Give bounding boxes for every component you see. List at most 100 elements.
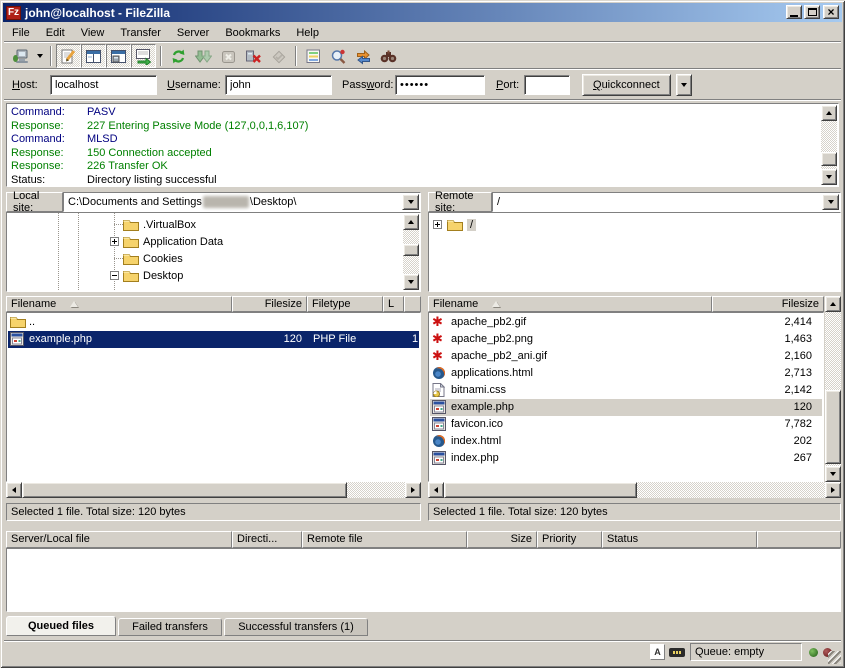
tree-item-cookies[interactable]: Cookies <box>123 250 183 267</box>
username-input[interactable] <box>225 75 332 95</box>
list-item[interactable]: applications.html 2,713 <box>430 365 822 382</box>
scroll-left-button[interactable] <box>6 482 22 498</box>
scroll-up-button[interactable] <box>403 214 419 230</box>
tab-successful-transfers[interactable]: Successful transfers (1) <box>224 618 368 636</box>
expand-icon[interactable] <box>433 220 442 229</box>
menu-help[interactable]: Help <box>288 26 327 40</box>
process-queue-button[interactable] <box>191 44 216 68</box>
menu-server[interactable]: Server <box>169 26 217 40</box>
scroll-up-button[interactable] <box>821 105 837 121</box>
column-header-filename[interactable]: Filename <box>6 296 232 312</box>
scroll-down-button[interactable] <box>821 169 837 185</box>
log-line: Command:PASV <box>7 106 838 120</box>
title-bar[interactable]: Fz john@localhost - FileZilla × <box>3 3 842 22</box>
disconnect-icon <box>245 48 262 65</box>
toggle-remote-tree-button[interactable] <box>106 44 131 68</box>
list-item-selected[interactable]: example.php 120 <box>430 399 822 416</box>
remote-list-hscrollbar[interactable] <box>428 482 841 498</box>
scroll-up-button[interactable] <box>825 296 841 312</box>
list-item-parent-dir[interactable]: .. <box>8 314 419 331</box>
refresh-button[interactable] <box>166 44 191 68</box>
column-header-priority[interactable]: Priority <box>537 531 602 548</box>
list-item[interactable]: ✱ apache_pb2.png 1,463 <box>430 331 822 348</box>
directory-comparison-button[interactable] <box>326 44 351 68</box>
maximize-button[interactable] <box>804 5 820 19</box>
local-site-dropdown-button[interactable] <box>402 194 419 210</box>
speed-limits-icon <box>669 648 685 657</box>
password-input[interactable] <box>395 75 485 95</box>
menu-view[interactable]: View <box>73 26 113 40</box>
tab-queued-files[interactable]: Queued files <box>6 616 116 636</box>
host-input[interactable] <box>50 75 157 95</box>
list-item[interactable]: bitnami.css 2,142 <box>430 382 822 399</box>
collapse-icon[interactable] <box>110 271 119 280</box>
expand-icon[interactable] <box>110 237 119 246</box>
synchronized-browsing-button[interactable] <box>351 44 376 68</box>
column-header-last-modified[interactable]: L <box>383 296 404 312</box>
filter-icon <box>305 48 322 65</box>
column-header-size[interactable]: Size <box>467 531 537 548</box>
directory-listing-filters-button[interactable] <box>301 44 326 68</box>
remote-site-combo[interactable]: / <box>492 192 841 212</box>
column-header-filetype[interactable]: Filetype <box>307 296 383 312</box>
list-item[interactable]: ✱ apache_pb2.gif 2,414 <box>430 314 822 331</box>
tree-item-root[interactable]: / <box>447 216 476 233</box>
tree-item-desktop[interactable]: Desktop <box>123 267 183 284</box>
scrollbar-thumb[interactable] <box>22 482 347 498</box>
toggle-local-tree-button[interactable] <box>81 44 106 68</box>
quickconnect-dropdown-button[interactable] <box>676 74 692 96</box>
filezilla-window: Fz john@localhost - FileZilla × File Edi… <box>0 0 845 668</box>
menu-transfer[interactable]: Transfer <box>112 26 169 40</box>
menu-file[interactable]: File <box>4 26 38 40</box>
reconnect-button[interactable] <box>266 44 291 68</box>
cancel-operation-button[interactable] <box>216 44 241 68</box>
tree-item-application-data[interactable]: Application Data <box>123 233 223 250</box>
toggle-transfer-queue-button[interactable] <box>131 44 156 68</box>
local-list-hscrollbar[interactable] <box>6 482 421 498</box>
toolbar-separator <box>160 46 162 66</box>
minimize-button[interactable] <box>786 5 802 19</box>
find-files-button[interactable] <box>376 44 401 68</box>
quickconnect-button[interactable]: Quickconnect <box>582 74 671 96</box>
scroll-left-button[interactable] <box>428 482 444 498</box>
log-scrollbar[interactable] <box>821 105 837 185</box>
port-input[interactable] <box>524 75 570 95</box>
arrow-right-icon <box>411 487 415 493</box>
site-manager-dropdown-button[interactable] <box>33 44 46 68</box>
scroll-right-button[interactable] <box>405 482 421 498</box>
list-item[interactable]: favicon.ico 7,782 <box>430 416 822 433</box>
list-item[interactable]: index.php 267 <box>430 450 822 467</box>
menu-bookmarks[interactable]: Bookmarks <box>217 26 288 40</box>
scrollbar-thumb[interactable] <box>821 152 837 166</box>
toggle-message-log-button[interactable] <box>56 44 81 68</box>
column-header-server-local-file[interactable]: Server/Local file <box>6 531 232 548</box>
local-site-combo[interactable]: C:\Documents and Settings\Desktop\ <box>63 192 421 212</box>
scroll-down-button[interactable] <box>403 274 419 290</box>
scroll-down-button[interactable] <box>825 466 841 482</box>
list-item-example-php[interactable]: example.php 120 PHP File 1 <box>8 331 419 348</box>
column-header-status[interactable]: Status <box>602 531 757 548</box>
close-button[interactable]: × <box>823 5 839 19</box>
filesize-cell: 120 <box>717 401 812 413</box>
tab-failed-transfers[interactable]: Failed transfers <box>118 618 222 636</box>
tree-item-virtualbox[interactable]: .VirtualBox <box>123 216 196 233</box>
column-header-filename[interactable]: Filename <box>428 296 712 312</box>
remote-list-vscrollbar[interactable] <box>825 296 841 482</box>
column-header-filesize[interactable]: Filesize <box>232 296 307 312</box>
resize-grip[interactable] <box>828 651 841 664</box>
scrollbar-thumb[interactable] <box>825 390 841 464</box>
menu-edit[interactable]: Edit <box>38 26 73 40</box>
column-header-filesize[interactable]: Filesize <box>712 296 824 312</box>
site-manager-button[interactable] <box>8 44 33 68</box>
scroll-right-button[interactable] <box>825 482 841 498</box>
transfer-queue-icon <box>135 48 152 65</box>
local-tree-scrollbar[interactable] <box>403 214 419 290</box>
scrollbar-thumb[interactable] <box>444 482 637 498</box>
scrollbar-thumb[interactable] <box>403 244 419 256</box>
disconnect-button[interactable] <box>241 44 266 68</box>
column-header-remote-file[interactable]: Remote file <box>302 531 467 548</box>
remote-site-dropdown-button[interactable] <box>822 194 839 210</box>
list-item[interactable]: ✱ apache_pb2_ani.gif 2,160 <box>430 348 822 365</box>
column-header-direction[interactable]: Directi... <box>232 531 302 548</box>
list-item[interactable]: index.html 202 <box>430 433 822 450</box>
